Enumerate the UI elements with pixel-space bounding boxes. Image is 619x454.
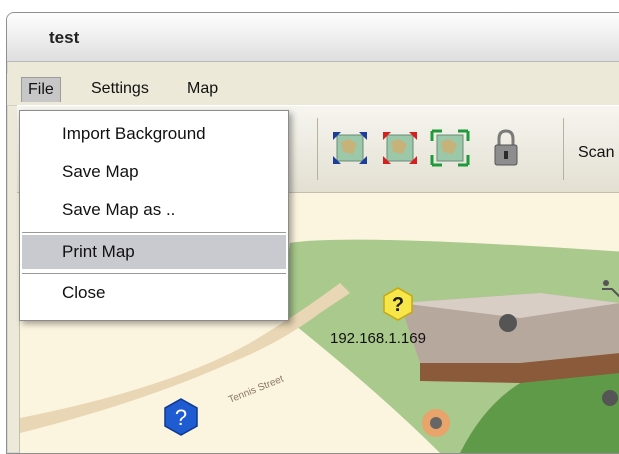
- file-menu-dropdown: Import Background Save Map Save Map as .…: [19, 110, 289, 321]
- title-bar[interactable]: test: [7, 13, 619, 62]
- menu-bar: File Settings Map: [7, 73, 619, 106]
- menu-settings[interactable]: Settings: [85, 77, 155, 101]
- toolbar-separator: [317, 118, 318, 180]
- menu-separator: [22, 273, 286, 274]
- scan-button[interactable]: Scan: [578, 144, 614, 162]
- node-ip-label: 192.168.1.169: [330, 330, 426, 347]
- unknown-device-yellow-icon[interactable]: ?: [382, 287, 414, 325]
- toolbar-separator: [563, 118, 564, 180]
- unknown-device-blue-icon[interactable]: ?: [163, 398, 199, 440]
- menu-print-map[interactable]: Print Map: [22, 235, 286, 269]
- menu-separator: [22, 232, 286, 233]
- menu-save-map[interactable]: Save Map: [22, 155, 286, 189]
- menu-save-map-as[interactable]: Save Map as ..: [22, 193, 286, 227]
- zoom-fit-red-icon[interactable]: [379, 126, 421, 170]
- menu-close[interactable]: Close: [22, 276, 286, 310]
- zoom-fit-blue-icon[interactable]: [329, 126, 371, 170]
- zoom-fit-green-icon[interactable]: [429, 126, 471, 170]
- svg-text:?: ?: [392, 294, 404, 316]
- menu-import-background[interactable]: Import Background: [22, 117, 286, 151]
- menu-map[interactable]: Map: [181, 77, 224, 101]
- window-title: test: [49, 28, 80, 47]
- lock-icon[interactable]: [485, 126, 518, 170]
- svg-text:?: ?: [175, 405, 187, 430]
- menu-file[interactable]: File: [21, 77, 61, 102]
